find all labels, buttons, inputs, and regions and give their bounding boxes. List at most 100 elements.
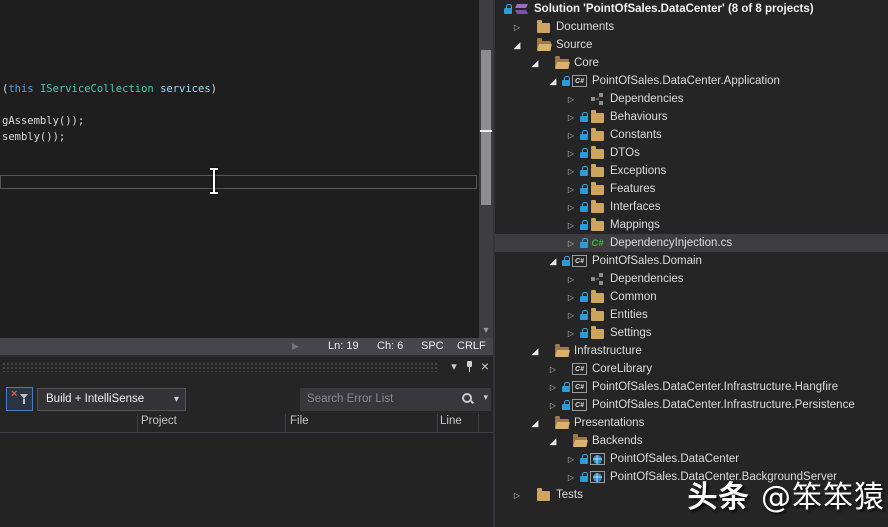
tree-item[interactable]: ▷ Features	[495, 180, 888, 198]
editor-vertical-scrollbar[interactable]	[479, 0, 493, 338]
expand-arrow-icon[interactable]: ▷	[545, 383, 561, 392]
collapse-arrow-icon[interactable]: ◢	[545, 436, 561, 447]
csharp-file-icon	[589, 234, 606, 252]
window-position-menu-icon[interactable]	[451, 361, 457, 373]
tree-item[interactable]: ▷ Constants	[495, 126, 888, 144]
tree-item-label: Documents	[556, 21, 615, 33]
tree-item[interactable]: ▷ Entities	[495, 306, 888, 324]
solution-tree: Solution 'PointOfSales.DataCenter' (8 of…	[495, 0, 888, 504]
expand-arrow-icon[interactable]: ▷	[563, 239, 579, 248]
tree-item[interactable]: ◢ Presentations	[495, 414, 888, 432]
pin-icon[interactable]	[464, 361, 474, 373]
search-input[interactable]	[300, 388, 460, 409]
filter-dropdown[interactable]: Build + IntelliSense	[37, 388, 186, 411]
expand-arrow-icon[interactable]: ▷	[563, 95, 579, 104]
lock-icon	[579, 309, 589, 321]
folder-icon	[535, 18, 552, 36]
web-project-icon	[589, 450, 606, 468]
lock-icon	[579, 453, 589, 465]
expand-arrow-icon[interactable]: ▷	[509, 23, 525, 32]
tree-item[interactable]: ▷ Interfaces	[495, 198, 888, 216]
tree-item[interactable]: ◢ PointOfSales.Domain	[495, 252, 888, 270]
expand-arrow-icon[interactable]: ▷	[563, 149, 579, 158]
code-area[interactable]: (this IServiceCollection services) gAssem…	[2, 81, 217, 145]
scrollbar-thumb[interactable]	[481, 50, 491, 205]
tree-item-label: DTOs	[610, 147, 640, 159]
scrollbar-down-arrow-icon[interactable]	[479, 326, 493, 336]
collapse-arrow-icon[interactable]: ◢	[527, 346, 543, 357]
csharp-project-icon	[571, 378, 588, 396]
solution-explorer-panel: Solution 'PointOfSales.DataCenter' (8 of…	[495, 0, 888, 527]
tree-item[interactable]: ▷ Dependencies	[495, 270, 888, 288]
tree-item[interactable]: ◢ Infrastructure	[495, 342, 888, 360]
search-options-arrow-icon[interactable]	[483, 392, 488, 403]
tree-item-label: Entities	[610, 309, 648, 321]
expand-arrow-icon[interactable]: ▷	[563, 293, 579, 302]
scroll-right-icon[interactable]	[292, 341, 299, 352]
lock-icon	[579, 183, 589, 195]
collapse-arrow-icon[interactable]: ◢	[527, 418, 543, 429]
folder-open-icon	[571, 432, 588, 450]
error-list-toolbar: Build + IntelliSense	[0, 386, 493, 413]
lock-icon	[579, 111, 589, 123]
expand-arrow-icon[interactable]: ▷	[509, 491, 525, 500]
expand-arrow-icon[interactable]: ▷	[563, 203, 579, 212]
tree-item-label: PointOfSales.DataCenter	[610, 453, 740, 465]
tree-item[interactable]: ◢ Source	[495, 36, 888, 54]
collapse-arrow-icon[interactable]: ◢	[527, 58, 543, 69]
collapse-arrow-icon[interactable]: ◢	[545, 256, 561, 267]
expand-arrow-icon[interactable]: ▷	[563, 221, 579, 230]
collapse-arrow-icon[interactable]: ◢	[509, 40, 525, 51]
tree-item[interactable]: ◢ Backends	[495, 432, 888, 450]
expand-arrow-icon[interactable]: ▷	[545, 365, 561, 374]
code-editor[interactable]: (this IServiceCollection services) gAssem…	[0, 0, 493, 338]
tree-item[interactable]: ▷ DependencyInjection.cs	[495, 234, 888, 252]
tree-item[interactable]: ▷ Common	[495, 288, 888, 306]
tree-item-label: PointOfSales.DataCenter.Infrastructure.H…	[592, 381, 839, 393]
tree-item-label: Constants	[610, 129, 662, 141]
csharp-project-icon	[571, 360, 588, 378]
lock-icon	[561, 399, 571, 411]
folder-icon	[589, 306, 606, 324]
tree-item[interactable]: ▷ Mappings	[495, 216, 888, 234]
expand-arrow-icon[interactable]: ▷	[563, 275, 579, 284]
error-filter-button[interactable]	[6, 387, 33, 411]
tree-item[interactable]: ▷ Behaviours	[495, 108, 888, 126]
expand-arrow-icon[interactable]: ▷	[563, 113, 579, 122]
collapse-arrow-icon[interactable]: ◢	[545, 76, 561, 87]
search-icon[interactable]	[461, 392, 475, 406]
tree-item[interactable]: ▷ PointOfSales.DataCenter.Infrastructure.…	[495, 396, 888, 414]
status-line-ending-indicator[interactable]: CRLF	[457, 340, 486, 352]
tree-item[interactable]: ▷ Exceptions	[495, 162, 888, 180]
tree-item[interactable]: ▷ Settings	[495, 324, 888, 342]
tree-item[interactable]: Solution 'PointOfSales.DataCenter' (8 of…	[495, 0, 888, 18]
tree-item[interactable]: ▷ DTOs	[495, 144, 888, 162]
tree-item[interactable]: ◢ PointOfSales.DataCenter.Application	[495, 72, 888, 90]
expand-arrow-icon[interactable]: ▷	[563, 131, 579, 140]
expand-arrow-icon[interactable]: ▷	[563, 473, 579, 482]
column-header-line[interactable]: Line	[440, 415, 462, 427]
tree-item[interactable]: ◢ Core	[495, 54, 888, 72]
panel-drag-grip[interactable]	[2, 362, 439, 372]
expand-arrow-icon[interactable]: ▷	[563, 311, 579, 320]
tree-item[interactable]: ▷ Documents	[495, 18, 888, 36]
expand-arrow-icon[interactable]: ▷	[563, 329, 579, 338]
error-list-search	[300, 388, 491, 411]
tree-item[interactable]: ▷ Dependencies	[495, 90, 888, 108]
close-icon[interactable]	[481, 360, 489, 374]
expand-arrow-icon[interactable]: ▷	[563, 185, 579, 194]
tree-item[interactable]: ▷ PointOfSales.DataCenter	[495, 450, 888, 468]
tree-item[interactable]: ▷ PointOfSales.DataCenter.Infrastructure.…	[495, 378, 888, 396]
column-header-file[interactable]: File	[290, 415, 309, 427]
error-list-body[interactable]	[0, 433, 493, 527]
expand-arrow-icon[interactable]: ▷	[563, 455, 579, 464]
tree-item[interactable]: ▷ CoreLibrary	[495, 360, 888, 378]
column-header-project[interactable]: Project	[141, 415, 177, 427]
error-list-panel: Build + IntelliSense Project File Line	[0, 357, 493, 527]
expand-arrow-icon[interactable]: ▷	[563, 167, 579, 176]
lock-icon	[579, 147, 589, 159]
status-spaces-indicator[interactable]: SPC	[421, 340, 444, 352]
tree-item-label: CoreLibrary	[592, 363, 653, 375]
expand-arrow-icon[interactable]: ▷	[545, 401, 561, 410]
status-column-indicator: Ch: 6	[377, 340, 404, 352]
